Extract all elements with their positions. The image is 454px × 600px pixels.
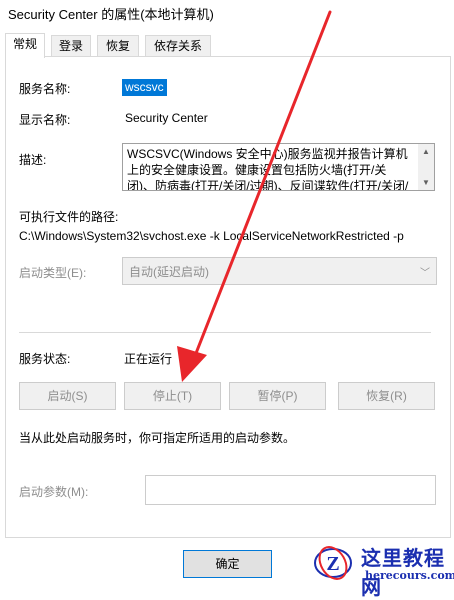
tab-recovery[interactable]: 恢复	[97, 35, 139, 56]
window-titlebar: Security Center 的属性(本地计算机)	[0, 0, 454, 26]
description-scrollbar[interactable]: ▲ ▼	[418, 144, 434, 190]
chevron-down-icon: ﹀	[420, 268, 430, 279]
scroll-up-icon[interactable]: ▲	[422, 147, 430, 156]
pause-button[interactable]: 暂停(P)	[229, 382, 326, 410]
exe-path-label: 可执行文件的路径:	[19, 210, 119, 224]
exe-path-value[interactable]: C:\Windows\System32\svchost.exe -k Local…	[19, 229, 404, 243]
tab-strip: 常规 登录 恢复 依存关系	[0, 33, 454, 58]
tab-logon[interactable]: 登录	[51, 35, 91, 56]
description-text: WSCSVC(Windows 安全中心)服务监视并报告计算机上的安全健康设置。健…	[127, 147, 409, 191]
description-box[interactable]: WSCSVC(Windows 安全中心)服务监视并报告计算机上的安全健康设置。健…	[122, 143, 435, 191]
display-name-value[interactable]: Security Center	[125, 111, 208, 125]
startup-type-select[interactable]: 自动(延迟启动) ﹀	[122, 257, 437, 285]
service-status-label: 服务状态:	[19, 352, 71, 366]
scroll-down-icon[interactable]: ▼	[422, 178, 430, 187]
general-panel	[5, 56, 451, 538]
divider	[19, 332, 431, 333]
stop-button[interactable]: 停止(T)	[124, 382, 221, 410]
ok-button[interactable]: 确定	[183, 550, 272, 578]
startup-type-label: 启动类型(E):	[19, 266, 87, 280]
tab-general[interactable]: 常规	[5, 33, 45, 58]
service-name-label: 服务名称:	[19, 82, 71, 96]
service-name-value[interactable]: wscsvc	[122, 79, 167, 96]
watermark-logo-icon: Z	[314, 546, 352, 580]
window-title: Security Center 的属性(本地计算机)	[8, 7, 214, 22]
start-params-hint: 当从此处启动服务时，你可指定所适用的启动参数。	[19, 431, 296, 445]
watermark: Z 这里教程网 herecours.com	[307, 540, 454, 599]
resume-button[interactable]: 恢复(R)	[338, 382, 435, 410]
svg-text:Z: Z	[326, 553, 339, 575]
watermark-url: herecours.com	[365, 569, 454, 582]
startup-type-value: 自动(延迟启动)	[129, 265, 209, 279]
start-params-label: 启动参数(M):	[19, 485, 89, 499]
tab-dependencies[interactable]: 依存关系	[145, 35, 211, 56]
start-button[interactable]: 启动(S)	[19, 382, 116, 410]
description-label: 描述:	[19, 153, 47, 167]
display-name-label: 显示名称:	[19, 113, 71, 127]
start-params-input[interactable]	[145, 475, 436, 505]
service-status-value: 正在运行	[124, 352, 173, 366]
